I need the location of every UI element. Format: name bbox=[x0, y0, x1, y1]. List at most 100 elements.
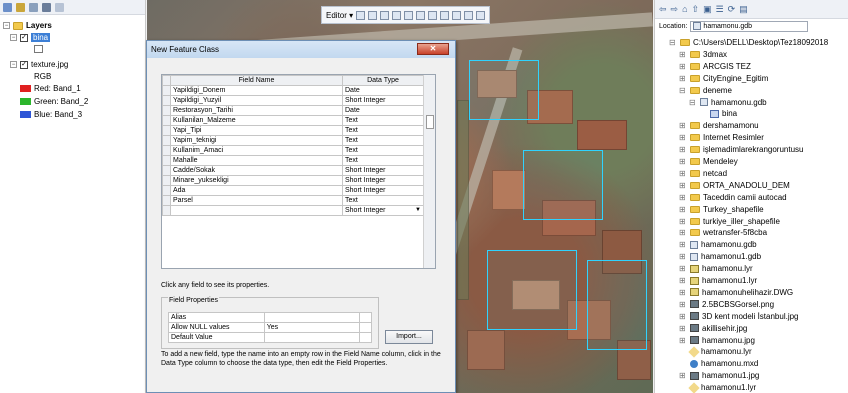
property-value[interactable]: Yes bbox=[263, 322, 361, 333]
expand-icon[interactable]: ⊞ bbox=[679, 288, 687, 297]
home-icon[interactable]: ⌂ bbox=[682, 4, 687, 14]
expand-icon[interactable]: ⊞ bbox=[679, 240, 687, 249]
expand-icon[interactable]: ⊞ bbox=[679, 157, 687, 166]
expand-icon[interactable]: ⊞ bbox=[679, 205, 687, 214]
catalog-item[interactable]: ⊞ 2.5BCBSGorsel.png bbox=[679, 300, 774, 309]
forward-icon[interactable]: ⇨ bbox=[671, 4, 679, 15]
table-row[interactable]: Short Integer ▼ bbox=[162, 205, 424, 216]
catalog-item[interactable]: ⊞ 3dmax bbox=[679, 50, 727, 59]
table-row[interactable]: Kullanim_Amaci Text bbox=[162, 145, 424, 156]
expand-icon[interactable]: ⊞ bbox=[679, 324, 687, 333]
data-type-cell[interactable]: Text bbox=[342, 125, 424, 136]
row-header[interactable] bbox=[162, 185, 171, 196]
catalog-item[interactable]: ⊞ wetransfer-5f8cba bbox=[679, 228, 767, 237]
polygon-symbol-icon[interactable] bbox=[34, 45, 43, 53]
catalog-item[interactable]: hamamonu1.lyr bbox=[679, 381, 756, 393]
field-name-cell[interactable] bbox=[170, 205, 343, 216]
row-header[interactable] bbox=[162, 165, 171, 176]
visibility-checkbox[interactable]: ✓ bbox=[20, 33, 28, 42]
data-type-cell[interactable]: Short Integer bbox=[342, 95, 424, 106]
sketch-tool-icon[interactable] bbox=[392, 10, 402, 20]
options-icon[interactable] bbox=[55, 2, 64, 12]
layer-bina[interactable]: − ✓ bina bbox=[10, 33, 51, 42]
catalog-item[interactable]: ⊞ hamamonu1.lyr bbox=[679, 276, 757, 285]
table-row[interactable]: Yapi_Tipi Text bbox=[162, 125, 424, 136]
expand-icon[interactable]: ⊞ bbox=[679, 169, 687, 178]
back-icon[interactable]: ⇦ bbox=[659, 4, 667, 15]
catalog-item[interactable]: bina bbox=[699, 109, 737, 118]
close-button[interactable]: ✕ bbox=[417, 43, 449, 55]
location-input[interactable]: hamamonu.gdb bbox=[690, 20, 809, 32]
table-row[interactable]: Yapim_teknigi Text bbox=[162, 135, 424, 146]
property-row[interactable]: Alias bbox=[168, 312, 372, 323]
row-header[interactable] bbox=[162, 145, 171, 156]
table-row[interactable]: Ada Short Integer bbox=[162, 185, 424, 196]
blue-swatch-icon[interactable] bbox=[20, 111, 31, 118]
data-type-cell[interactable]: Short Integer ▼ bbox=[342, 205, 424, 216]
data-type-cell[interactable]: Text bbox=[342, 115, 424, 126]
expand-icon[interactable]: ⊞ bbox=[679, 74, 687, 83]
list-by-drawing-order-icon[interactable] bbox=[3, 2, 12, 12]
expand-icon[interactable]: ⊞ bbox=[679, 121, 687, 130]
table-row[interactable]: Cadde/Sokak Short Integer bbox=[162, 165, 424, 176]
edit-annotation-icon[interactable] bbox=[368, 10, 378, 20]
up-folder-icon[interactable]: ⇧ bbox=[692, 4, 700, 15]
field-name-cell[interactable]: Mahalle bbox=[170, 155, 343, 166]
view-menu-icon[interactable]: ☰ bbox=[716, 4, 724, 15]
field-name-cell[interactable]: Restorasyon_Tarihi bbox=[170, 105, 343, 116]
catalog-item[interactable]: ⊞ ARCGIS TEZ bbox=[679, 62, 751, 71]
data-type-cell[interactable]: Text bbox=[342, 135, 424, 146]
green-swatch-icon[interactable] bbox=[20, 98, 31, 105]
catalog-item[interactable]: ⊞ hamamonuhelihazir.DWG bbox=[679, 288, 793, 297]
row-header[interactable] bbox=[162, 205, 171, 216]
field-name-cell[interactable]: Yapildigi_Yuzyil bbox=[170, 95, 343, 106]
expand-icon[interactable]: ⊞ bbox=[679, 133, 687, 142]
split-icon[interactable] bbox=[428, 10, 438, 20]
expand-icon[interactable]: ⊞ bbox=[679, 62, 687, 71]
table-row[interactable]: Restorasyon_Tarihi Date bbox=[162, 105, 424, 116]
layer-name[interactable]: bina bbox=[31, 33, 51, 42]
create-features-icon[interactable] bbox=[476, 10, 486, 20]
list-by-source-icon[interactable] bbox=[16, 2, 25, 12]
dialog-title-bar[interactable]: New Feature Class ✕ bbox=[147, 41, 455, 58]
property-value[interactable] bbox=[263, 332, 361, 343]
sketch-properties-icon[interactable] bbox=[464, 10, 474, 20]
expand-icon[interactable]: ⊞ bbox=[679, 312, 687, 321]
reshape-icon[interactable] bbox=[416, 10, 426, 20]
collapse-icon[interactable]: − bbox=[10, 61, 17, 68]
scroll-thumb[interactable] bbox=[426, 115, 434, 129]
expand-icon[interactable]: ⊞ bbox=[679, 252, 687, 261]
property-row[interactable]: Default Value bbox=[168, 332, 372, 343]
field-name-cell[interactable]: Yapim_teknigi bbox=[170, 135, 343, 146]
catalog-item[interactable]: ⊟ hamamonu.gdb bbox=[689, 98, 767, 107]
catalog-item[interactable]: hamamonu.lyr bbox=[679, 346, 752, 358]
vertices-icon[interactable] bbox=[404, 10, 414, 20]
red-swatch-icon[interactable] bbox=[20, 85, 31, 92]
catalog-item[interactable]: ⊟ C:\Users\DELL\Desktop\Tez18092018 bbox=[669, 38, 828, 47]
property-row[interactable]: Allow NULL values Yes bbox=[168, 322, 372, 333]
connect-folder-icon[interactable]: ▣ bbox=[703, 4, 712, 15]
data-type-cell[interactable]: Text bbox=[342, 155, 424, 166]
data-type-cell[interactable]: Short Integer bbox=[342, 175, 424, 186]
field-name-cell[interactable]: Yapildigi_Donem bbox=[170, 85, 343, 96]
catalog-item[interactable]: ⊞ CityEngine_Egitim bbox=[679, 74, 768, 83]
expand-icon[interactable]: ⊞ bbox=[679, 217, 687, 226]
list-by-selection-icon[interactable] bbox=[42, 2, 51, 12]
row-header[interactable] bbox=[162, 105, 171, 116]
catalog-item[interactable]: ⊟ deneme bbox=[679, 86, 732, 95]
data-type-cell[interactable]: Date bbox=[342, 105, 424, 116]
catalog-item[interactable]: ⊞ netcad bbox=[679, 169, 727, 178]
straight-segment-icon[interactable] bbox=[380, 10, 390, 20]
collapse-icon[interactable]: ⊟ bbox=[689, 98, 697, 107]
catalog-item[interactable]: ⊞ hamamonu1.gdb bbox=[679, 252, 761, 261]
attributes-icon[interactable] bbox=[452, 10, 462, 20]
field-name-cell[interactable]: Parsel bbox=[170, 195, 343, 206]
row-header[interactable] bbox=[162, 125, 171, 136]
catalog-item[interactable]: ⊞ hamamonu.gdb bbox=[679, 240, 757, 249]
expand-icon[interactable]: ⊞ bbox=[679, 50, 687, 59]
catalog-item[interactable]: ⊞ Internet Resimler bbox=[679, 133, 764, 142]
catalog-item[interactable]: ⊞ işlemadimlarekrangoruntusu bbox=[679, 145, 804, 154]
expand-icon[interactable]: ⊞ bbox=[679, 181, 687, 190]
catalog-item[interactable]: ⊞ ORTA_ANADOLU_DEM bbox=[679, 181, 790, 190]
row-header[interactable] bbox=[162, 195, 171, 206]
